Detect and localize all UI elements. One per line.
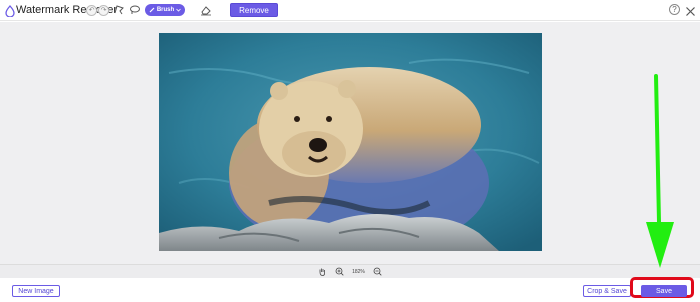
remove-button[interactable]: Remove xyxy=(230,3,278,17)
brush-label: Brush xyxy=(156,7,175,13)
lasso-icon[interactable] xyxy=(128,3,142,17)
crop-save-button[interactable]: Crop & Save xyxy=(583,285,631,297)
zoom-bar: 182% xyxy=(0,264,700,278)
zoom-level: 182% xyxy=(352,268,365,275)
zoom-in-icon[interactable] xyxy=(335,267,344,276)
hand-icon[interactable] xyxy=(318,267,327,276)
image-preview[interactable] xyxy=(159,33,542,251)
title-bar: Watermark Remover ↶ ↷ Brush Remove ? xyxy=(0,0,700,21)
redo-icon[interactable]: ↷ xyxy=(98,5,109,16)
green-arrow-annotation xyxy=(640,72,680,272)
brush-tool-button[interactable]: Brush xyxy=(145,4,185,16)
app-logo-icon xyxy=(4,4,16,18)
save-button[interactable]: Save xyxy=(641,285,687,297)
undo-icon[interactable]: ↶ xyxy=(86,5,97,16)
brush-icon xyxy=(149,7,155,13)
polygon-lasso-icon[interactable] xyxy=(112,3,126,17)
zoom-out-icon[interactable] xyxy=(373,267,382,276)
close-icon[interactable] xyxy=(685,4,696,16)
new-image-button[interactable]: New Image xyxy=(12,285,60,297)
chevron-down-icon xyxy=(176,8,181,12)
eraser-icon[interactable] xyxy=(199,3,213,17)
help-icon[interactable]: ? xyxy=(669,4,680,15)
